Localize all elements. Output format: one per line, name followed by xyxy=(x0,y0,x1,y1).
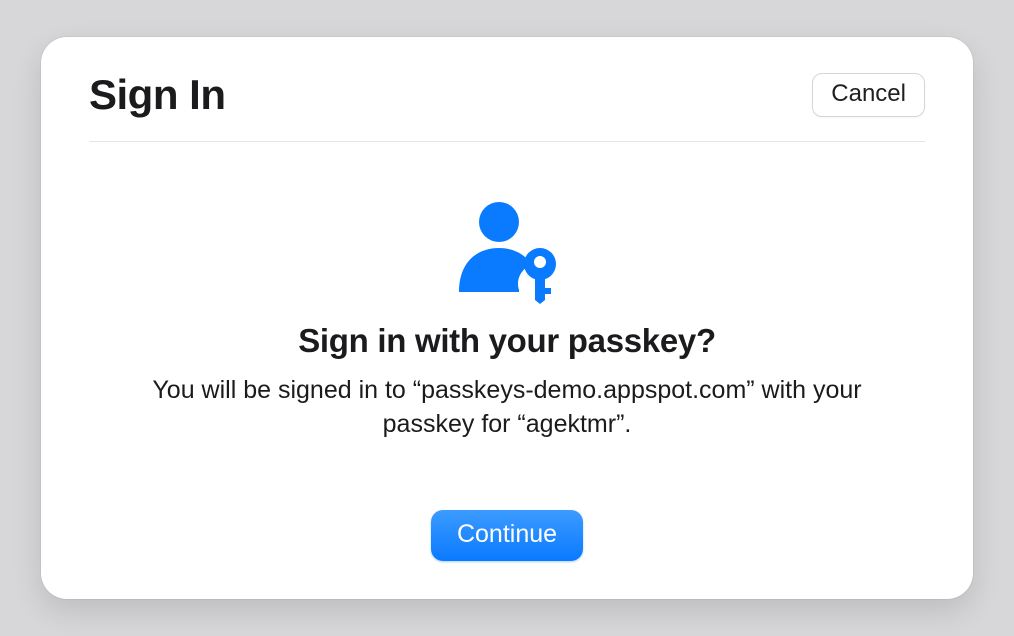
passkey-icon xyxy=(453,200,561,304)
cancel-button[interactable]: Cancel xyxy=(812,73,925,117)
prompt-title: Sign in with your passkey? xyxy=(298,322,716,360)
dialog-header: Sign In Cancel xyxy=(89,71,925,142)
dialog-title: Sign In xyxy=(89,71,226,119)
sign-in-dialog: Sign In Cancel Sign in with your passkey… xyxy=(41,37,973,599)
continue-button[interactable]: Continue xyxy=(431,510,583,561)
prompt-subtitle: You will be signed in to “passkeys-demo.… xyxy=(127,374,887,442)
dialog-body: Sign in with your passkey? You will be s… xyxy=(89,142,925,561)
